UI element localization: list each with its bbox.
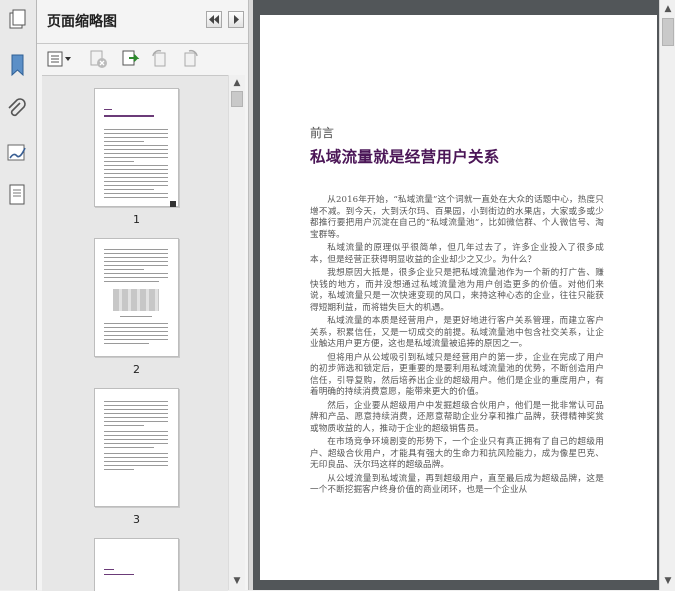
insert-pages-icon[interactable] — [119, 48, 141, 70]
thumbnails-toolbar — [37, 44, 248, 74]
scroll-up-arrow-icon[interactable]: ▲ — [229, 76, 245, 90]
chapter-title: 私域流量就是经营用户关系 — [310, 147, 500, 166]
bookmarks-icon[interactable] — [4, 52, 30, 78]
paragraph: 我想原因大抵是，很多企业只是把私域流量池作为一个新的打广告、赚快钱的地方，而并没… — [310, 268, 604, 313]
collapse-panel-button[interactable] — [206, 11, 222, 28]
scroll-thumb[interactable] — [231, 91, 243, 107]
paragraph: 在市场竞争环境剧变的形势下，一个企业只有真正拥有了自己的超级用户、超级合伙用户，… — [310, 437, 604, 470]
document-view: 前言 私域流量就是经营用户关系 从2016年开始，“私域流量”这个词就一直处在大… — [253, 0, 659, 590]
panel-title: 页面缩略图 — [47, 14, 117, 30]
thumbnail-page-1[interactable] — [94, 88, 179, 207]
attachments-icon[interactable] — [4, 97, 30, 123]
expand-panel-button[interactable] — [228, 11, 244, 28]
signatures-icon[interactable] — [4, 140, 30, 166]
delete-pages-icon[interactable] — [87, 48, 109, 70]
right-arrow-icon — [234, 15, 239, 24]
thumbnail-page-4[interactable] — [94, 538, 179, 591]
current-page-marker — [170, 201, 176, 207]
paragraph: 然后，企业要从超级用户中发掘超级合伙用户，他们是一批非常认可品牌和产品、愿意持续… — [310, 400, 604, 434]
rotate-ccw-icon[interactable] — [149, 48, 171, 70]
thumbnail-scrollbar[interactable]: ▲ ▼ — [228, 75, 245, 590]
thumbnail-label-1: 1 — [133, 213, 140, 226]
body-text: 从2016年开始，“私域流量”这个词就一直处在大众的话题中心，热度只增不减。到今… — [310, 195, 604, 499]
document-scrollbar[interactable]: ▲ ▼ — [659, 0, 675, 590]
thumbnails-panel: 页面缩略图 1 2 3 ▲ ▼ — [37, 0, 248, 591]
diagram-image — [113, 289, 159, 311]
paragraph: 私域流量的原理似乎很简单，但几年过去了，许多企业投入了很多成本，但是经营正获得明… — [310, 243, 604, 265]
paragraph: 私域流量的本质是经营用户，是更好地进行客户关系管理，而建立客户关系，积累信任，又… — [310, 316, 604, 349]
thumbnail-label-2: 2 — [133, 363, 140, 376]
document-icon[interactable] — [4, 182, 30, 208]
rotate-cw-icon[interactable] — [179, 48, 201, 70]
document-page: 前言 私域流量就是经营用户关系 从2016年开始，“私域流量”这个词就一直处在大… — [260, 15, 657, 580]
paragraph: 但将用户从公域吸引到私域只是经营用户的第一步，企业在完成了用户的初步筛选和锁定后… — [310, 352, 604, 398]
options-menu-icon[interactable] — [45, 48, 73, 70]
double-left-arrow-icon — [209, 15, 219, 24]
scroll-down-arrow-icon[interactable]: ▼ — [229, 574, 245, 588]
thumbnail-page-2[interactable] — [94, 238, 179, 357]
thumbnail-page-3[interactable] — [94, 388, 179, 507]
thumbnail-list: 1 2 3 — [42, 75, 228, 591]
scroll-up-arrow-icon[interactable]: ▲ — [660, 2, 675, 16]
page-thumbnails-icon[interactable] — [4, 8, 30, 34]
thumbnail-label-3: 3 — [133, 513, 140, 526]
scroll-thumb[interactable] — [662, 18, 674, 46]
paragraph: 从公域流量到私域流量，再到超级用户，直至最后成为超级品牌，这是一个不断挖掘客户终… — [310, 473, 604, 496]
preface-label: 前言 — [310, 126, 335, 140]
paragraph: 从2016年开始，“私域流量”这个词就一直处在大众的话题中心，热度只增不减。到今… — [310, 195, 604, 240]
scroll-down-arrow-icon[interactable]: ▼ — [660, 574, 675, 588]
navigation-rail — [0, 0, 37, 590]
